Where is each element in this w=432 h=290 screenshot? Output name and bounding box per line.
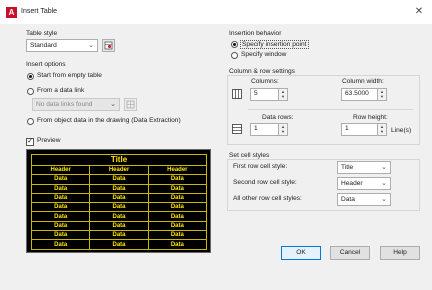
- preview-data-cell: Data: [89, 202, 149, 213]
- data-link-manager-button[interactable]: [124, 98, 137, 111]
- data-rows-label: Data rows:: [262, 114, 294, 121]
- row-height-unit: Line(s): [391, 127, 412, 134]
- table-style-dialog-button[interactable]: [102, 39, 115, 52]
- other-rows-style-select[interactable]: Data ⌄: [337, 193, 391, 206]
- preview-title-cell: Title: [31, 154, 207, 166]
- preview-data-cell: Data: [147, 239, 208, 250]
- title-bar: A Insert Table ✕: [0, 0, 432, 24]
- preview-data-cell: Data: [30, 183, 91, 194]
- cancel-button[interactable]: Cancel: [330, 246, 370, 260]
- preview-data-cell: Data: [147, 230, 208, 241]
- column-row-settings-label: Column & row settings: [229, 68, 295, 75]
- chevron-down-icon: ⌄: [110, 101, 116, 108]
- specify-window-label: Specify window: [241, 51, 287, 58]
- start-empty-label: Start from empty table: [37, 72, 102, 79]
- row-height-label: Row height:: [353, 114, 388, 121]
- data-link-icon: [126, 100, 135, 109]
- preview-data-cell: Data: [147, 220, 208, 232]
- preview-label: Preview: [37, 137, 61, 144]
- data-link-select[interactable]: No data links found ⌄: [32, 98, 120, 111]
- insert-options-label: Insert options: [26, 61, 66, 68]
- from-data-link-label: From a data link: [37, 87, 85, 94]
- preview-header-cell: Header: [89, 164, 149, 176]
- column-width-value: 63.5000: [345, 90, 369, 97]
- other-rows-style-value: Data: [341, 196, 355, 203]
- preview-data-cell: Data: [89, 239, 149, 250]
- preview-data-cell: Data: [30, 202, 91, 213]
- preview-data-cell: Data: [30, 211, 91, 222]
- columns-value: 5: [254, 90, 258, 97]
- row-height-spinner[interactable]: 1 ▲ ▼: [341, 123, 387, 136]
- divider: [248, 109, 413, 110]
- preview-data-cell: Data: [147, 192, 208, 204]
- preview-header-cell: Header: [30, 164, 91, 176]
- second-row-style-value: Header: [341, 180, 363, 187]
- preview-data-cell: Data: [30, 174, 91, 185]
- preview-data-cell: Data: [147, 211, 208, 222]
- data-rows-spinner[interactable]: 1 ▲ ▼: [250, 123, 288, 136]
- data-rows-value: 1: [254, 125, 258, 132]
- chevron-down-icon: ⌄: [381, 196, 387, 203]
- preview-data-cell: Data: [89, 211, 149, 222]
- chevron-down-icon: ⌄: [381, 180, 387, 187]
- close-icon[interactable]: ✕: [412, 5, 426, 19]
- specify-point-label: Specify insertion point: [240, 40, 309, 49]
- specify-window-radio[interactable]: [231, 52, 238, 59]
- other-rows-style-label: All other row cell styles:: [233, 195, 302, 202]
- columns-icon: [232, 89, 242, 99]
- spinner-arrows-icon[interactable]: ▲ ▼: [278, 89, 287, 100]
- preview-data-cell: Data: [89, 230, 149, 241]
- spinner-arrows-icon[interactable]: ▲ ▼: [377, 124, 386, 135]
- spinner-arrows-icon[interactable]: ▲ ▼: [377, 89, 386, 100]
- preview-data-cell: Data: [89, 220, 149, 232]
- preview-data-cell: Data: [30, 220, 91, 232]
- rows-icon: [232, 124, 242, 134]
- first-row-style-label: First row cell style:: [233, 163, 288, 170]
- from-data-link-radio[interactable]: [27, 88, 34, 95]
- help-button[interactable]: Help: [380, 246, 420, 260]
- preview-data-cell: Data: [30, 230, 91, 241]
- preview-data-cell: Data: [30, 192, 91, 204]
- table-preview: Title Header Header Header Data Data Data …: [26, 149, 211, 253]
- row-height-value: 1: [345, 125, 349, 132]
- from-object-data-radio[interactable]: [27, 118, 34, 125]
- column-width-label: Column width:: [342, 78, 384, 85]
- table-style-label: Table style: [26, 30, 58, 37]
- preview-data-cell: Data: [89, 174, 149, 185]
- preview-data-cell: Data: [89, 192, 149, 204]
- second-row-style-select[interactable]: Header ⌄: [337, 177, 391, 190]
- column-width-spinner[interactable]: 63.5000 ▲ ▼: [341, 88, 387, 101]
- chevron-down-icon: ⌄: [381, 164, 387, 171]
- preview-checkbox[interactable]: ✓: [26, 138, 34, 146]
- autocad-logo-icon: A: [6, 7, 17, 18]
- columns-label: Columns:: [251, 78, 279, 85]
- preview-header-cell: Header: [147, 164, 208, 176]
- second-row-style-label: Second row cell style:: [233, 179, 297, 186]
- spinner-arrows-icon[interactable]: ▲ ▼: [278, 124, 287, 135]
- columns-spinner[interactable]: 5 ▲ ▼: [250, 88, 288, 101]
- first-row-style-select[interactable]: Title ⌄: [337, 161, 391, 174]
- from-object-data-label: From object data in the drawing (Data Ex…: [37, 117, 181, 124]
- preview-data-cell: Data: [147, 183, 208, 194]
- preview-table: Title Header Header Header Data Data Data …: [30, 154, 208, 250]
- preview-data-cell: Data: [30, 239, 91, 250]
- table-style-value: Standard: [30, 42, 57, 49]
- first-row-style-value: Title: [341, 164, 354, 171]
- preview-data-cell: Data: [147, 202, 208, 213]
- set-cell-styles-label: Set cell styles: [229, 152, 270, 159]
- data-link-value: No data links found: [36, 101, 93, 108]
- specify-point-radio[interactable]: [231, 41, 238, 48]
- preview-data-cell: Data: [89, 183, 149, 194]
- insertion-behavior-label: Insertion behavior: [229, 30, 282, 37]
- start-empty-radio[interactable]: [27, 73, 34, 80]
- ok-button[interactable]: OK: [281, 246, 321, 260]
- window-title: Insert Table: [21, 8, 58, 15]
- chevron-down-icon: ⌄: [88, 42, 94, 49]
- table-style-edit-icon: [104, 41, 113, 50]
- table-style-select[interactable]: Standard ⌄: [26, 39, 98, 52]
- preview-data-cell: Data: [147, 174, 208, 185]
